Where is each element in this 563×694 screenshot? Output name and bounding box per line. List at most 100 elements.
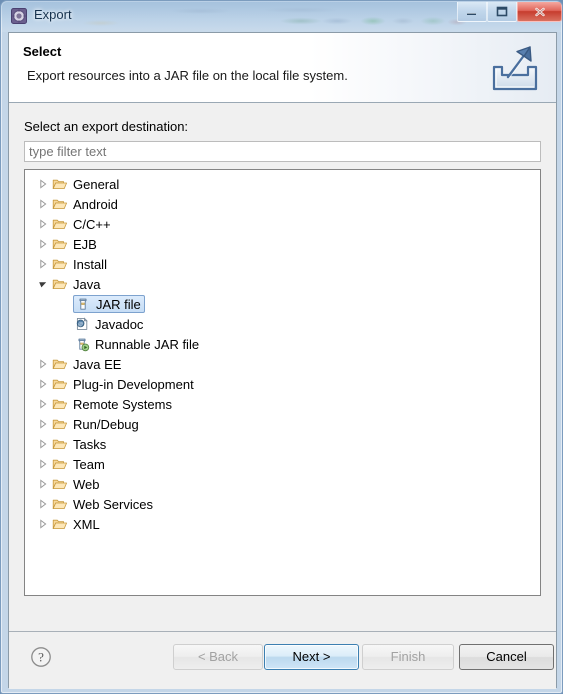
tree-item-label: Tasks	[73, 436, 107, 452]
tree-item-content: @ Javadoc	[73, 314, 143, 334]
tree-item-ejb[interactable]: EJB	[25, 234, 540, 254]
tree-item-content: Run/Debug	[51, 414, 139, 434]
tree-item-java-ee[interactable]: Java EE	[25, 354, 540, 374]
tree-item-install[interactable]: Install	[25, 254, 540, 274]
expand-arrow-icon[interactable]	[35, 394, 51, 414]
tree-item-team[interactable]: Team	[25, 454, 540, 474]
tree-item-content: EJB	[51, 234, 97, 254]
back-button[interactable]: < Back	[173, 644, 263, 670]
expand-arrow-icon[interactable]	[35, 194, 51, 214]
tree-item-plug-in-development[interactable]: Plug-in Development	[25, 374, 540, 394]
expand-arrow-icon[interactable]	[35, 514, 51, 534]
window-title: Export	[34, 7, 72, 22]
minimize-button[interactable]	[457, 2, 487, 22]
tree-item-remote-systems[interactable]: Remote Systems	[25, 394, 540, 414]
folder-icon	[51, 474, 69, 494]
page-title: Select	[23, 44, 62, 59]
expand-arrow-icon[interactable]	[35, 254, 51, 274]
folder-icon	[51, 514, 69, 534]
expand-arrow-icon[interactable]	[35, 234, 51, 254]
tree-item-xml[interactable]: XML	[25, 514, 540, 534]
expand-arrow-icon[interactable]	[35, 454, 51, 474]
next-button[interactable]: Next >	[264, 644, 359, 670]
folder-icon	[51, 354, 69, 374]
tree-item-label: Team	[73, 456, 105, 472]
tree-item-content: General	[51, 174, 119, 194]
tree-item-web[interactable]: Web	[25, 474, 540, 494]
jar-file-icon	[74, 294, 92, 314]
tree-item-label: Run/Debug	[73, 416, 139, 432]
tree-item-label: Runnable JAR file	[95, 336, 200, 352]
runnable-jar-icon	[73, 334, 91, 354]
tree-item-java[interactable]: Java	[25, 274, 540, 294]
folder-icon	[51, 434, 69, 454]
tree-item-content: C/C++	[51, 214, 111, 234]
tree-item-content: Java EE	[51, 354, 121, 374]
tree-item-label: Web	[73, 476, 100, 492]
tree-item-run-debug[interactable]: Run/Debug	[25, 414, 540, 434]
minimize-icon	[458, 2, 486, 21]
tree-item-content: Java	[51, 274, 100, 294]
maximize-button[interactable]	[487, 2, 517, 22]
close-button[interactable]	[517, 2, 562, 22]
help-question-icon[interactable]: ?	[30, 646, 52, 668]
folder-icon	[51, 174, 69, 194]
filter-input[interactable]	[24, 141, 541, 162]
export-dialog-window: Export Select Export resources into a JA…	[0, 0, 563, 694]
tree-item-label: EJB	[73, 236, 97, 252]
maximize-icon	[488, 2, 516, 21]
expand-arrow-icon[interactable]	[35, 494, 51, 514]
tree-item-label: Java	[73, 276, 101, 292]
collapse-arrow-icon[interactable]	[35, 274, 51, 294]
tree-item-label: Java EE	[73, 356, 122, 372]
destination-label: Select an export destination:	[24, 119, 189, 134]
expand-arrow-icon[interactable]	[35, 214, 51, 234]
folder-icon	[51, 194, 69, 214]
tree-item-label: Install	[73, 256, 107, 272]
tree-item-content: Runnable JAR file	[73, 334, 199, 354]
tree-item-content: Team	[51, 454, 105, 474]
cancel-button[interactable]: Cancel	[459, 644, 554, 670]
expand-arrow-icon[interactable]	[35, 374, 51, 394]
folder-icon	[51, 454, 69, 474]
tree-item-jar-file[interactable]: JAR file	[25, 294, 540, 314]
eclipse-export-icon	[11, 8, 27, 24]
folder-icon	[51, 414, 69, 434]
page-description: Export resources into a JAR file on the …	[27, 68, 348, 83]
folder-icon	[51, 254, 69, 274]
expand-arrow-icon[interactable]	[35, 434, 51, 454]
export-destination-tree[interactable]: General Android C/C++ EJB Install Java JAR fil…	[24, 169, 541, 596]
tree-item-tasks[interactable]: Tasks	[25, 434, 540, 454]
tree-item-content: Plug-in Development	[51, 374, 194, 394]
tree-item-javadoc[interactable]: @ Javadoc	[25, 314, 540, 334]
folder-icon	[51, 374, 69, 394]
svg-text:?: ?	[38, 650, 44, 665]
tree-item-label: XML	[73, 516, 100, 532]
tree-item-general[interactable]: General	[25, 174, 540, 194]
close-icon	[518, 2, 561, 21]
tree-item-label: Plug-in Development	[73, 376, 194, 392]
expand-arrow-icon[interactable]	[35, 174, 51, 194]
tree-item-content: Remote Systems	[51, 394, 172, 414]
wizard-body: Select an export destination: General And…	[9, 104, 556, 631]
tree-item-web-services[interactable]: Web Services	[25, 494, 540, 514]
tree-item-c-c[interactable]: C/C++	[25, 214, 540, 234]
expand-arrow-icon[interactable]	[35, 474, 51, 494]
tree-item-label: Android	[73, 196, 118, 212]
tree-item-label: JAR file	[96, 296, 141, 312]
export-wizard-icon	[486, 41, 544, 95]
expand-arrow-icon[interactable]	[35, 414, 51, 434]
tree-item-content: Web Services	[51, 494, 153, 514]
tree-item-android[interactable]: Android	[25, 194, 540, 214]
tree-item-selected-content: JAR file	[73, 295, 145, 313]
javadoc-icon: @	[73, 314, 91, 334]
tree-item-label: General	[73, 176, 120, 192]
title-bar[interactable]: Export	[1, 1, 562, 32]
expand-arrow-icon[interactable]	[35, 354, 51, 374]
tree-item-label: C/C++	[73, 216, 111, 232]
tree-item-runnable-jar-file[interactable]: Runnable JAR file	[25, 334, 540, 354]
finish-button[interactable]: Finish	[362, 644, 454, 670]
